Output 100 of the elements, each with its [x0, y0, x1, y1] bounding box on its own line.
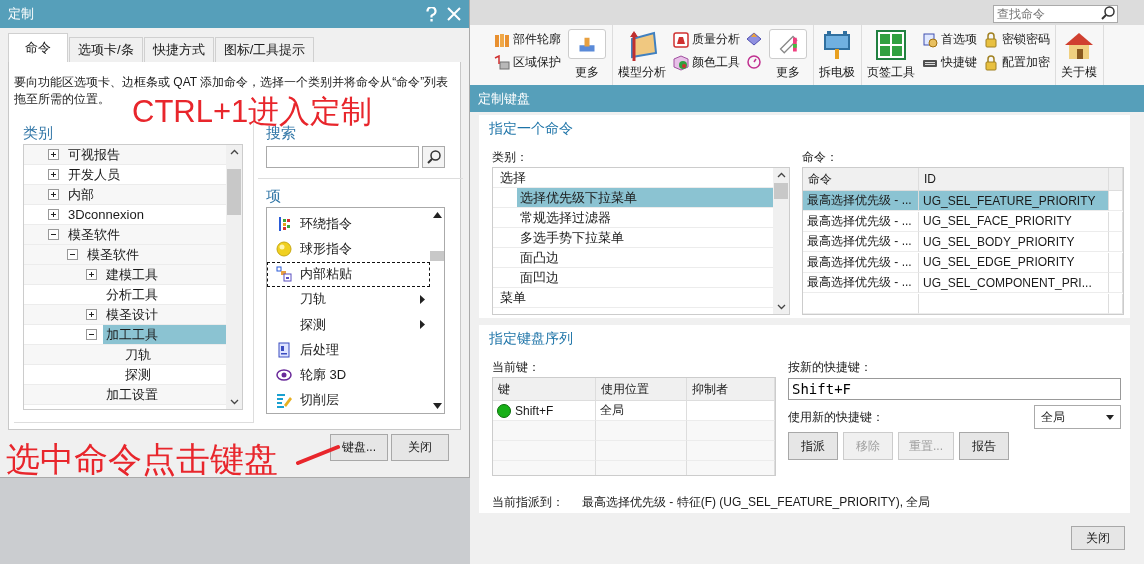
close-button[interactable]: 关闭 — [1071, 526, 1125, 550]
scroll-up-icon[interactable] — [432, 212, 442, 218]
tab[interactable]: 图标/工具提示 — [214, 37, 315, 62]
list-item[interactable]: 轮廓 3D — [267, 362, 430, 388]
list-item[interactable]: 刀轨 — [267, 286, 430, 312]
table-cell[interactable]: UG_SEL_COMPONENT_PRI... — [919, 273, 1109, 294]
expand-icon[interactable] — [86, 269, 97, 280]
scroll-up-icon[interactable] — [229, 149, 239, 155]
ribbon-button[interactable]: 首选项 — [922, 31, 977, 48]
table-cell[interactable]: UG_SEL_BODY_PRIORITY — [919, 232, 1109, 253]
scroll-up-icon[interactable] — [776, 172, 786, 178]
tab[interactable]: 命令 — [8, 33, 68, 62]
list-item[interactable]: 球形指令 — [267, 236, 430, 262]
document-icon — [276, 341, 292, 358]
list-item[interactable]: 内部粘贴 — [267, 261, 430, 287]
table-cell[interactable]: 最高选择优先级 - ... — [803, 273, 919, 294]
ribbon-button[interactable]: 快捷键 — [922, 54, 977, 71]
expand-icon[interactable] — [86, 309, 97, 320]
table-cell: Shift+F — [515, 403, 554, 418]
list-item[interactable]: 环绕指令 — [267, 211, 430, 237]
table-cell[interactable]: 最高选择优先级 - ... — [803, 191, 919, 212]
expand-icon[interactable] — [48, 189, 59, 200]
field-label: 命令： — [802, 148, 838, 166]
scroll-thumb[interactable] — [774, 183, 788, 199]
search-icon[interactable] — [1100, 4, 1116, 21]
search-field[interactable]: 查找命令 — [993, 4, 1118, 23]
scope-dropdown[interactable]: 全局 — [1034, 405, 1121, 429]
ribbon-button[interactable]: 页签工具 — [866, 29, 916, 81]
ribbon-button[interactable]: 关于模 — [1060, 29, 1098, 81]
grid-icon — [875, 29, 907, 61]
scroll-thumb[interactable] — [430, 250, 444, 261]
tree-item[interactable]: 选择 — [497, 168, 773, 187]
scrollbar[interactable] — [226, 145, 242, 409]
table-cell[interactable]: UG_SEL_FEATURE_PRIORITY — [919, 191, 1109, 212]
field-label: 类别： — [492, 148, 528, 166]
expand-icon[interactable] — [48, 149, 59, 160]
ribbon-button[interactable]: 质量分析 — [673, 31, 740, 48]
list-item[interactable]: 探测 — [267, 312, 430, 338]
table-cell[interactable]: UG_SEL_EDGE_PRIORITY — [919, 252, 1109, 273]
tree-item[interactable]: 菜单 — [497, 288, 773, 307]
table-cell[interactable]: 最高选择优先级 - ... — [803, 211, 919, 232]
submenu-arrow-icon — [420, 320, 425, 330]
table-cell[interactable]: UG_SEL_FACE_PRIORITY — [919, 211, 1109, 232]
ribbon-button[interactable]: 密锁密码 — [983, 31, 1050, 48]
tree-item[interactable]: 多选手势下拉菜单 — [517, 228, 773, 247]
tree-item[interactable]: 加工工具 — [103, 325, 226, 344]
column-header[interactable]: 抑制者 — [687, 378, 775, 401]
expand-icon[interactable] — [48, 209, 59, 220]
scroll-down-icon[interactable] — [776, 304, 786, 310]
tab[interactable]: 快捷方式 — [143, 37, 214, 62]
dialog-button[interactable]: 指派 — [788, 432, 838, 460]
shortcut-field[interactable]: Shift+F — [788, 378, 1121, 400]
tree-item[interactable]: 常规选择过滤器 — [517, 208, 773, 227]
tree-item[interactable]: 开发人员 — [65, 165, 226, 184]
ribbon-button[interactable]: 模型分析 — [617, 29, 667, 81]
scroll-down-icon[interactable] — [432, 403, 442, 409]
collapse-icon[interactable] — [67, 249, 78, 260]
tree-item[interactable]: 探测 — [122, 365, 226, 384]
tab[interactable]: 选项卡/条 — [69, 37, 143, 62]
column-header[interactable]: 使用位置 — [596, 378, 687, 401]
window-title: 定制键盘 — [478, 89, 531, 108]
block-icon — [494, 54, 510, 71]
tree-item[interactable]: 3Dconnexion — [65, 205, 226, 224]
close-icon[interactable] — [447, 7, 461, 21]
column-header[interactable]: 键 — [493, 378, 596, 401]
dialog-button[interactable]: 报告 — [959, 432, 1009, 460]
field-label: 当前键： — [492, 358, 540, 376]
column-header[interactable]: ID — [919, 168, 1109, 191]
scroll-thumb[interactable] — [227, 169, 241, 215]
table-cell — [1109, 252, 1123, 273]
collapse-icon[interactable] — [48, 229, 59, 240]
search-button[interactable] — [422, 146, 445, 168]
expand-icon[interactable] — [48, 169, 59, 180]
tree-item[interactable]: 面凸边 — [517, 248, 773, 267]
table-cell: 全局 — [596, 401, 687, 421]
document-icon — [922, 31, 938, 48]
tree-item[interactable]: 分析工具 — [103, 285, 226, 304]
tree-item[interactable]: 面凹边 — [517, 268, 773, 287]
bars-icon — [494, 31, 510, 48]
scrollbar[interactable] — [773, 168, 789, 314]
ribbon-button[interactable]: 部件轮廓 — [494, 31, 561, 48]
tree-item[interactable]: 选择优先级下拉菜单 — [517, 188, 773, 207]
search-field[interactable] — [266, 146, 419, 168]
dialog-button[interactable]: 关闭 — [391, 434, 449, 461]
column-header[interactable]: 命令 — [803, 168, 919, 191]
ribbon-button[interactable]: 配置加密 — [983, 54, 1050, 71]
ribbon-button[interactable]: 区域保护 — [494, 54, 561, 71]
ribbon-button[interactable]: 颜色工具 — [673, 54, 740, 71]
list-item[interactable]: 切削层 — [267, 387, 430, 413]
dialog-button[interactable]: 键盘... — [330, 434, 388, 461]
annotation-text: 选中命令点击键盘 — [6, 442, 278, 476]
table-cell[interactable]: 最高选择优先级 - ... — [803, 252, 919, 273]
table-cell — [1109, 232, 1123, 253]
table-cell[interactable]: 最高选择优先级 - ... — [803, 232, 919, 253]
scroll-down-icon[interactable] — [229, 399, 239, 405]
ribbon-button[interactable]: 拆电极 — [818, 29, 856, 81]
assignment-text: 最高选择优先级 - 特征(F) (UG_SEL_FEATURE_PRIORITY), 全局 — [582, 494, 931, 511]
collapse-icon[interactable] — [86, 329, 97, 340]
help-icon[interactable] — [426, 6, 437, 22]
list-item[interactable]: 后处理 — [267, 337, 430, 363]
